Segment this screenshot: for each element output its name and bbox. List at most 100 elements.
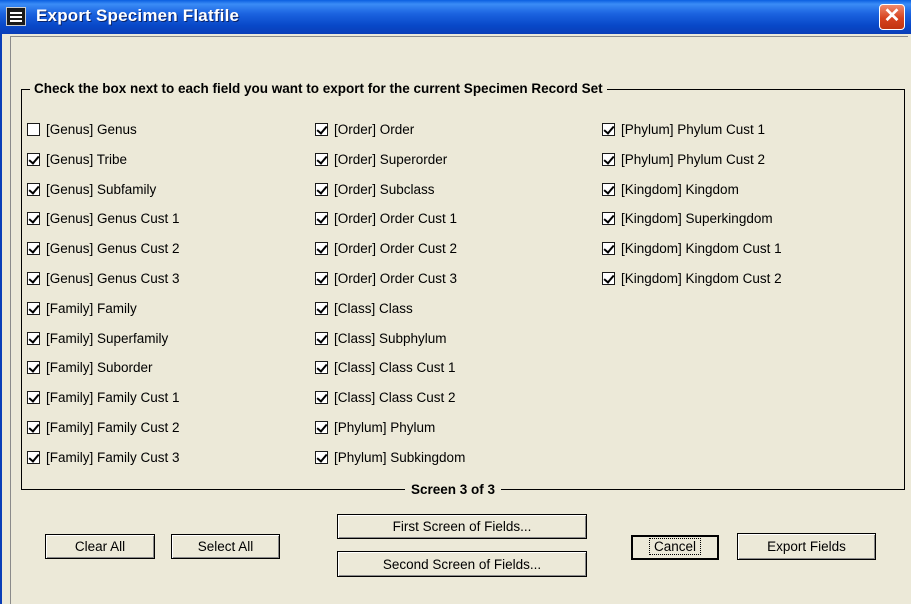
checkbox-label: [Family] Family Cust 2 [46,419,180,435]
checkbox-label: [Class] Subphylum [334,330,447,346]
checkbox-label: [Kingdom] Superkingdom [621,210,773,226]
checkbox-label: [Family] Superfamily [46,330,169,346]
field-checkbox-row[interactable]: [Genus] Tribe [27,151,127,167]
checkbox-label: [Class] Class Cust 2 [334,389,456,405]
checkbox-label: [Genus] Genus [46,121,137,137]
app-icon [6,7,26,26]
field-checkbox-row[interactable]: [Family] Family [27,300,137,316]
checkbox-label: [Family] Family Cust 3 [46,449,180,465]
field-checkbox-row[interactable]: [Phylum] Phylum Cust 1 [602,121,765,137]
field-checkbox-row[interactable]: [Kingdom] Superkingdom [602,210,773,226]
export-fields-button[interactable]: Export Fields [737,533,876,560]
field-checkbox-row[interactable]: [Class] Class [315,300,413,316]
field-checkbox-row[interactable]: [Family] Family Cust 3 [27,449,180,465]
checkbox-label: [Order] Subclass [334,181,435,197]
checkbox[interactable] [27,360,40,374]
field-checkbox-row[interactable]: [Kingdom] Kingdom [602,181,739,197]
group-title: Check the box next to each field you wan… [30,81,607,96]
field-checkbox-row[interactable]: [Family] Superfamily [27,330,168,346]
field-checkbox-row[interactable]: [Order] Subclass [315,181,435,197]
field-checkbox-row[interactable]: [Family] Family Cust 1 [27,389,180,405]
checkbox-label: [Phylum] Phylum Cust 2 [621,151,766,167]
checkbox[interactable] [315,271,328,285]
checkbox[interactable] [27,122,40,136]
field-checkbox-row[interactable]: [Genus] Genus [27,121,137,137]
checkbox[interactable] [27,301,40,315]
checkbox[interactable] [315,122,328,136]
checkbox[interactable] [27,182,40,196]
field-checkbox-row[interactable]: [Phylum] Subkingdom [315,449,465,465]
checkbox[interactable] [27,211,40,225]
field-checkbox-row[interactable]: [Kingdom] Kingdom Cust 1 [602,240,782,256]
checkbox[interactable] [315,211,328,225]
field-checkbox-row[interactable]: [Order] Order Cust 3 [315,270,457,286]
checkbox[interactable] [602,271,615,285]
second-screen-button[interactable]: Second Screen of Fields... [337,551,587,577]
checkbox[interactable] [315,450,328,464]
field-checkbox-row[interactable]: [Kingdom] Kingdom Cust 2 [602,270,782,286]
checkbox[interactable] [602,241,615,255]
checkbox[interactable] [602,211,615,225]
title-bar[interactable]: Export Specimen Flatfile ✕ [0,0,911,34]
field-checkbox-row[interactable]: [Genus] Genus Cust 2 [27,240,180,256]
field-checkbox-row[interactable]: [Phylum] Phylum [315,419,435,435]
checkbox[interactable] [27,241,40,255]
field-checkbox-row[interactable]: [Family] Family Cust 2 [27,419,180,435]
field-checkbox-row[interactable]: [Class] Class Cust 1 [315,359,456,375]
field-checkbox-row[interactable]: [Class] Subphylum [315,330,447,346]
select-all-button[interactable]: Select All [171,534,280,559]
checkbox-label: [Genus] Genus Cust 1 [46,210,180,226]
checkbox[interactable] [315,182,328,196]
field-checkbox-row[interactable]: [Class] Class Cust 2 [315,389,456,405]
field-checkbox-row[interactable]: [Genus] Genus Cust 3 [27,270,180,286]
checkbox[interactable] [602,152,615,166]
checkbox-label: [Phylum] Subkingdom [334,449,466,465]
checkbox-label: [Order] Order Cust 3 [334,270,458,286]
checkbox-label: [Genus] Genus Cust 2 [46,240,180,256]
field-checkbox-row[interactable]: [Phylum] Phylum Cust 2 [602,151,765,167]
checkbox[interactable] [315,152,328,166]
checkbox-label: [Kingdom] Kingdom Cust 1 [621,240,782,256]
field-checkbox-row[interactable]: [Order] Order [315,121,414,137]
checkbox[interactable] [27,420,40,434]
first-screen-button[interactable]: First Screen of Fields... [337,514,587,539]
checkbox[interactable] [27,390,40,404]
divider [10,36,908,38]
checkbox[interactable] [27,450,40,464]
checkbox[interactable] [315,241,328,255]
screen-indicator: Screen 3 of 3 [405,482,502,497]
checkbox-label: [Family] Suborder [46,359,153,375]
checkbox[interactable] [315,301,328,315]
field-checkbox-row[interactable]: [Genus] Genus Cust 1 [27,210,180,226]
checkbox-label: [Order] Order [334,121,415,137]
checkbox-label: [Genus] Subfamily [46,181,157,197]
checkbox[interactable] [27,271,40,285]
checkbox[interactable] [602,182,615,196]
field-checkbox-row[interactable]: [Order] Order Cust 2 [315,240,457,256]
checkbox[interactable] [27,331,40,345]
clear-all-button[interactable]: Clear All [45,534,155,559]
close-button[interactable]: ✕ [879,4,905,30]
cancel-button[interactable]: Cancel [631,535,719,560]
divider [10,36,12,604]
window-title: Export Specimen Flatfile [36,6,240,25]
field-checkbox-row[interactable]: [Family] Suborder [27,359,153,375]
checkbox[interactable] [315,390,328,404]
cancel-button-label: Cancel [648,538,702,555]
checkbox[interactable] [315,331,328,345]
checkbox[interactable] [315,420,328,434]
checkbox[interactable] [315,360,328,374]
field-checkbox-row[interactable]: [Genus] Subfamily [27,181,156,197]
checkbox-label: [Order] Order Cust 2 [334,240,458,256]
checkbox-label: [Class] Class Cust 1 [334,359,456,375]
checkbox[interactable] [602,122,615,136]
checkbox-label: [Genus] Tribe [46,151,128,167]
field-checkbox-row[interactable]: [Order] Order Cust 1 [315,210,457,226]
checkbox-label: [Phylum] Phylum Cust 1 [621,121,766,137]
checkbox-label: [Family] Family [46,300,137,316]
checkbox-label: [Kingdom] Kingdom Cust 2 [621,270,782,286]
checkbox-label: [Family] Family Cust 1 [46,389,180,405]
checkbox-label: [Order] Superorder [334,151,448,167]
field-checkbox-row[interactable]: [Order] Superorder [315,151,447,167]
checkbox[interactable] [27,152,40,166]
